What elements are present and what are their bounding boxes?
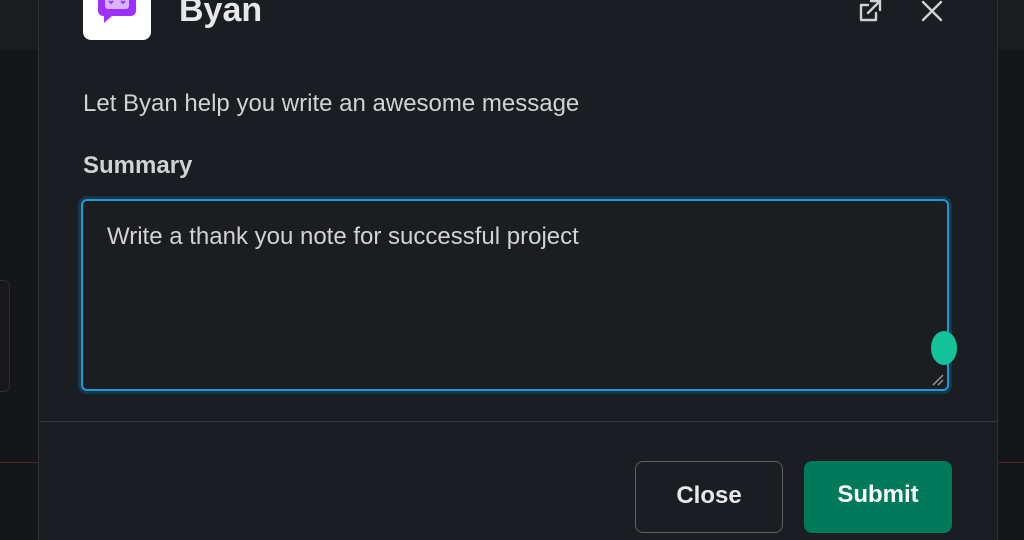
background-divider: [996, 462, 1024, 463]
summary-label: Summary: [83, 152, 193, 179]
summary-textarea-value: Write a thank you note for successful pr…: [107, 223, 579, 250]
summary-textarea[interactable]: Write a thank you note for successful pr…: [81, 199, 957, 391]
grammar-assistant-badge[interactable]: [931, 331, 957, 365]
resize-handle-icon[interactable]: [930, 372, 944, 386]
app-icon: [83, 0, 151, 40]
close-icon: [921, 0, 943, 22]
submit-button[interactable]: Submit: [804, 461, 952, 533]
footer-divider: [39, 421, 997, 422]
external-link-icon: [859, 0, 882, 22]
modal-title: Byan: [179, 0, 263, 29]
close-button[interactable]: Close: [635, 461, 783, 533]
chat-robot-icon: [98, 0, 136, 23]
open-in-new-window-button[interactable]: [853, 0, 887, 28]
app-modal: Byan Let Byan help you write an awesome …: [38, 0, 998, 540]
close-modal-button[interactable]: [915, 0, 949, 28]
modal-description: Let Byan help you write an awesome messa…: [83, 90, 580, 117]
background-divider: [0, 462, 40, 463]
background-card: [0, 280, 10, 392]
